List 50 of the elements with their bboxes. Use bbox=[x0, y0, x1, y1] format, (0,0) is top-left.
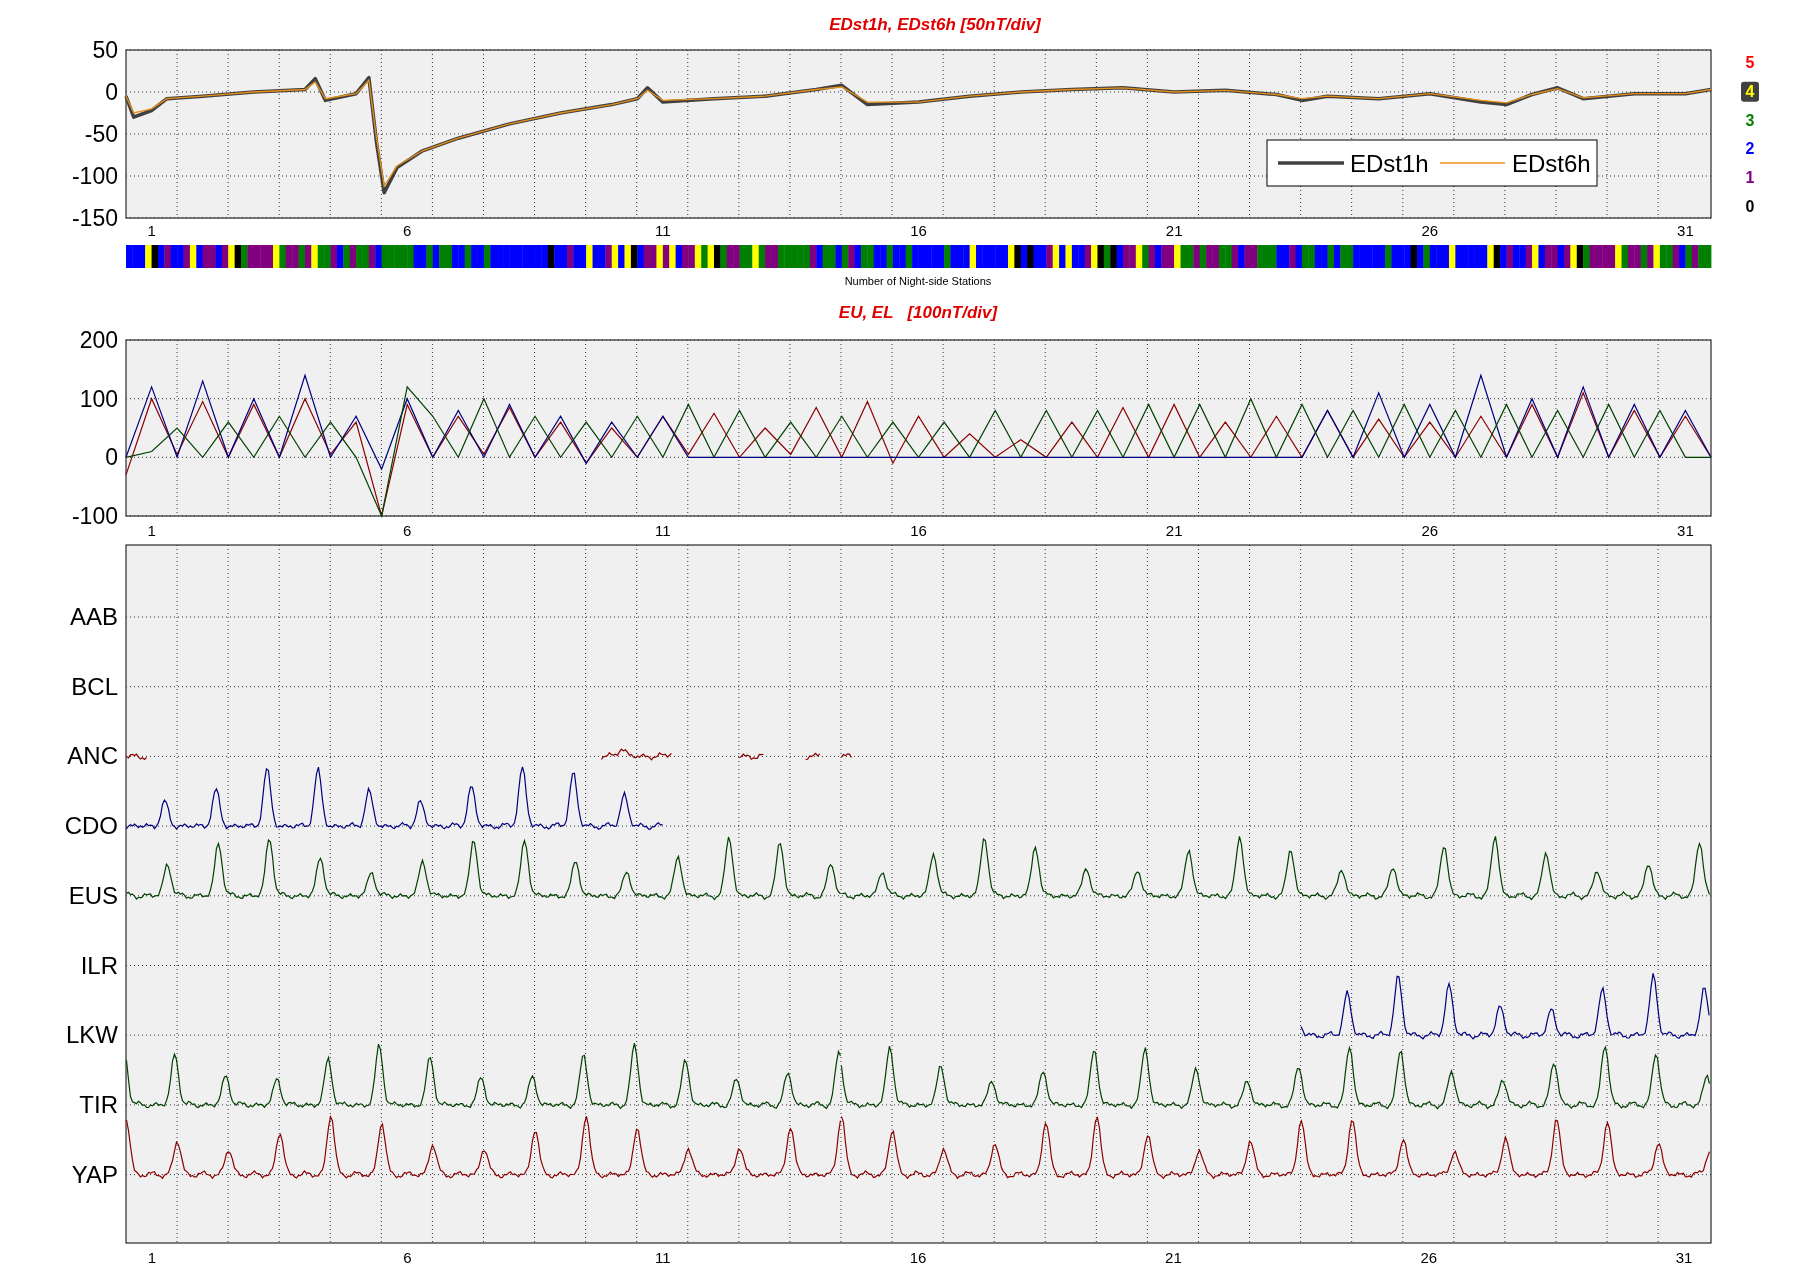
station-count-level: 5 bbox=[1745, 54, 1755, 71]
x-tick-label: 21 bbox=[1165, 222, 1183, 239]
x-tick-label: 26 bbox=[1421, 222, 1439, 239]
x-tick-label: 6 bbox=[403, 522, 412, 539]
station-label: YAP bbox=[71, 1160, 118, 1188]
y-tick-label: 0 bbox=[105, 79, 118, 105]
legend-label: EDst1h bbox=[1350, 150, 1429, 177]
x-tick-label: 6 bbox=[403, 222, 412, 239]
x-tick-label: 1 bbox=[147, 522, 156, 539]
y-tick-label: -50 bbox=[84, 121, 118, 147]
station-label: CDO bbox=[64, 812, 118, 840]
station-count-level: 4 bbox=[1745, 82, 1755, 100]
station-label: ANC bbox=[67, 742, 118, 770]
x-tick-label: 21 bbox=[1165, 1249, 1182, 1266]
y-tick-label: 200 bbox=[79, 327, 118, 353]
y-tick-label: -150 bbox=[71, 205, 118, 231]
station-count-level: 2 bbox=[1745, 140, 1755, 158]
station-label: AAB bbox=[69, 603, 118, 630]
y-tick-label: 0 bbox=[105, 444, 118, 471]
station-label: LKW bbox=[66, 1021, 118, 1049]
x-tick-label: 1 bbox=[147, 1249, 157, 1266]
station-label: TIR bbox=[79, 1090, 118, 1118]
chart-title: EDst1h, EDst6h [50nT/div] bbox=[829, 15, 1041, 34]
y-tick-label: -100 bbox=[71, 163, 118, 189]
y-tick-label: 100 bbox=[79, 385, 118, 412]
strip-label: Number of Night-side Stations bbox=[844, 275, 992, 287]
station-count-level: 1 bbox=[1745, 169, 1755, 187]
legend-label: EDst6h bbox=[1512, 150, 1591, 177]
station-label: EUS bbox=[68, 881, 118, 909]
station-label: BCL bbox=[71, 672, 118, 700]
x-tick-label: 26 bbox=[1420, 1249, 1438, 1266]
y-tick-label: -100 bbox=[71, 503, 118, 529]
x-tick-label: 1 bbox=[147, 222, 156, 239]
x-tick-label: 16 bbox=[910, 522, 927, 539]
y-tick-label: 50 bbox=[92, 37, 118, 63]
x-tick-label: 31 bbox=[1677, 522, 1694, 539]
x-tick-label: 11 bbox=[655, 222, 671, 239]
x-tick-label: 6 bbox=[403, 1249, 412, 1266]
x-tick-label: 16 bbox=[910, 222, 927, 239]
chart-title: EU, EL [100nT/div] bbox=[838, 303, 998, 322]
x-tick-label: 21 bbox=[1165, 522, 1183, 539]
station-count-level: 0 bbox=[1745, 198, 1755, 215]
x-tick-label: 31 bbox=[1675, 1249, 1693, 1266]
station-count-level: 3 bbox=[1745, 111, 1755, 129]
x-tick-label: 11 bbox=[655, 522, 671, 539]
x-tick-label: 16 bbox=[909, 1249, 927, 1266]
x-tick-label: 11 bbox=[654, 1249, 671, 1266]
x-tick-label: 26 bbox=[1421, 522, 1439, 539]
station-label: ILR bbox=[80, 951, 118, 979]
x-tick-label: 31 bbox=[1677, 222, 1694, 239]
